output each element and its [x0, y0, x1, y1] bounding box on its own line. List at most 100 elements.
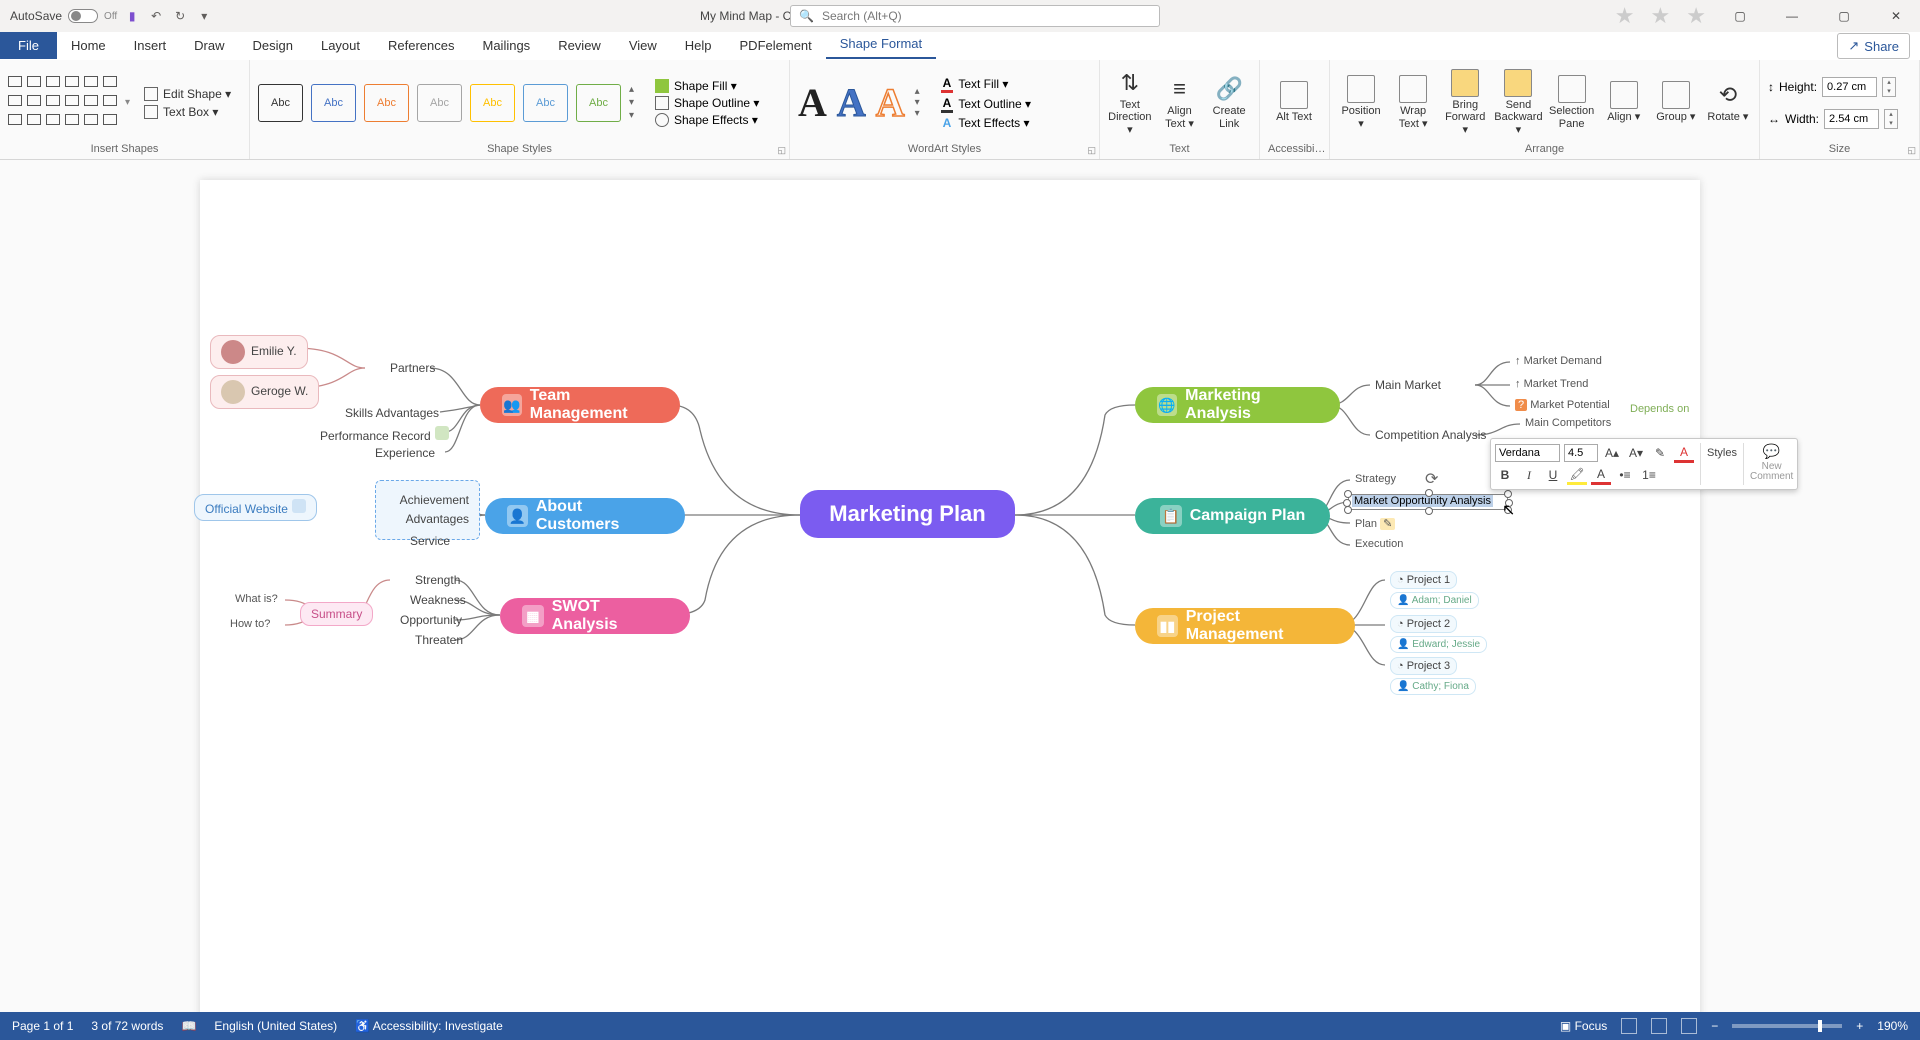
styles-button[interactable]: Styles [1707, 443, 1737, 463]
focus-button[interactable]: ▣ Focus [1560, 1019, 1607, 1033]
dialog-launcher-icon[interactable]: ◱ [777, 145, 786, 156]
leaf-project-1[interactable]: ◔ Project 1 [1390, 572, 1457, 586]
rotate-handle-icon[interactable]: ⟳ [1425, 469, 1438, 489]
read-mode-icon[interactable] [1621, 1018, 1637, 1034]
ribbon-display-icon[interactable]: ▢ [1722, 4, 1758, 28]
gallery-more-icon[interactable]: ▴▾▾ [915, 86, 931, 119]
leaf-emilie[interactable]: Emilie Y. [210, 335, 308, 369]
leaf-project-1-people[interactable]: 👤 Adam; Daniel [1390, 592, 1479, 606]
autosave-toggle[interactable] [68, 9, 98, 23]
status-accessibility[interactable]: ♿ Accessibility: Investigate [355, 1019, 503, 1033]
leaf-strength[interactable]: Strength [415, 573, 460, 587]
leaf-summary[interactable]: Summary [300, 602, 373, 626]
style-swatch[interactable]: Abc [258, 84, 303, 122]
status-words[interactable]: 3 of 72 words [91, 1019, 163, 1033]
new-comment-button[interactable]: New Comment [1750, 462, 1793, 482]
align-text-button[interactable]: ≡Align Text ▾ [1158, 75, 1202, 129]
search-box[interactable]: 🔍 Search (Alt+Q) [790, 5, 1160, 27]
new-comment-icon[interactable]: 💬 [1763, 443, 1780, 460]
undo-icon[interactable]: ↶ [147, 7, 165, 25]
mini-size-input[interactable] [1564, 444, 1598, 462]
leaf-george[interactable]: Geroge W. [210, 375, 319, 409]
node-about-customers[interactable]: 👤About Customers [485, 498, 685, 534]
text-direction-button[interactable]: ⇅Text Direction ▾ [1108, 69, 1152, 135]
leaf-partners[interactable]: Partners [390, 361, 435, 375]
tab-design[interactable]: Design [239, 32, 307, 59]
shrink-font-icon[interactable]: A▾ [1626, 443, 1646, 463]
gallery-more-icon[interactable]: ▾ [125, 97, 130, 108]
text-outline-button[interactable]: AText Outline ▾ [941, 96, 1031, 113]
leaf-main-competitors[interactable]: Main Competitors [1525, 417, 1611, 429]
qat-more-icon[interactable]: ▾ [195, 7, 213, 25]
bring-forward-button[interactable]: Bring Forward ▾ [1442, 69, 1488, 135]
mini-font-input[interactable] [1495, 444, 1560, 462]
mini-toolbar[interactable]: A▴ A▾ ✎ A B I U 🖍 A •≡ 1≡ Styles [1490, 438, 1798, 490]
tab-references[interactable]: References [374, 32, 468, 59]
leaf-service[interactable]: Service [410, 534, 450, 548]
tab-file[interactable]: File [0, 32, 57, 59]
tab-insert[interactable]: Insert [120, 32, 181, 59]
send-backward-button[interactable]: Send Backward ▾ [1494, 69, 1542, 135]
close-icon[interactable]: ✕ [1878, 4, 1914, 28]
leaf-weakness[interactable]: Weakness [410, 593, 466, 607]
web-layout-icon[interactable] [1681, 1018, 1697, 1034]
wordart-swatch[interactable]: A [837, 79, 866, 126]
leaf-market-potential[interactable]: ? Market Potential [1515, 399, 1610, 411]
shape-effects-button[interactable]: Shape Effects ▾ [655, 113, 759, 127]
leaf-moa[interactable]: Market Opportunity Analysis [1352, 495, 1493, 507]
style-swatch[interactable]: Abc [523, 84, 568, 122]
print-layout-icon[interactable] [1651, 1018, 1667, 1034]
status-page[interactable]: Page 1 of 1 [12, 1019, 73, 1033]
leaf-experience[interactable]: Experience [375, 446, 435, 460]
share-button[interactable]: ↗ Share [1837, 33, 1910, 59]
text-fill-button[interactable]: AText Fill ▾ [941, 76, 1031, 93]
tab-home[interactable]: Home [57, 32, 120, 59]
leaf-execution[interactable]: Execution [1355, 538, 1403, 550]
leaf-project-2-people[interactable]: 👤 Edward; Jessie [1390, 636, 1487, 650]
position-button[interactable]: Position ▾ [1338, 75, 1384, 129]
tab-view[interactable]: View [615, 32, 671, 59]
tab-mailings[interactable]: Mailings [469, 32, 545, 59]
grow-font-icon[interactable]: A▴ [1602, 443, 1622, 463]
zoom-in-button[interactable]: + [1856, 1019, 1863, 1033]
node-marketing-analysis[interactable]: 🌐Marketing Analysis [1135, 387, 1340, 423]
highlight-icon[interactable]: 🖍 [1567, 465, 1587, 485]
node-campaign-plan[interactable]: 📋Campaign Plan [1135, 498, 1330, 534]
wrap-text-button[interactable]: Wrap Text ▾ [1390, 75, 1436, 129]
edit-shape-button[interactable]: Edit Shape ▾ [144, 87, 231, 101]
node-swot-analysis[interactable]: ▦SWOT Analysis [500, 598, 690, 634]
style-swatch[interactable]: Abc [311, 84, 356, 122]
zoom-level[interactable]: 190% [1877, 1019, 1908, 1033]
text-effects-button[interactable]: AText Effects ▾ [941, 116, 1031, 130]
width-spinner[interactable]: ▴▾ [1884, 109, 1898, 129]
leaf-main-market[interactable]: Main Market [1375, 378, 1441, 392]
text-box-button[interactable]: Text Box ▾ [144, 105, 231, 119]
leaf-cust-group[interactable]: Achievement Advantages [375, 480, 480, 540]
tab-shape-format[interactable]: Shape Format [826, 30, 936, 59]
height-input[interactable] [1822, 77, 1877, 97]
wordart-swatch[interactable]: A [798, 79, 827, 126]
node-team-management[interactable]: 👥Team Management [480, 387, 680, 423]
save-icon[interactable]: ▮ [123, 7, 141, 25]
leaf-strategy[interactable]: Strategy [1355, 473, 1396, 485]
font-color2-icon[interactable]: A [1591, 465, 1611, 485]
page[interactable]: Marketing Plan 👥Team Management 👤About C… [200, 180, 1700, 1012]
height-spinner[interactable]: ▴▾ [1882, 77, 1896, 97]
redo-icon[interactable]: ↻ [171, 7, 189, 25]
leaf-performance[interactable]: Performance Record [320, 426, 449, 443]
leaf-official-website[interactable]: Official Website [194, 494, 317, 521]
leaf-depends-on[interactable]: Depends on [1630, 403, 1689, 415]
status-language[interactable]: English (United States) [214, 1019, 337, 1033]
leaf-threaten[interactable]: Threaten [415, 633, 463, 647]
spellcheck-icon[interactable]: 📖 [181, 1019, 196, 1033]
rotate-button[interactable]: ⟲Rotate ▾ [1705, 81, 1751, 123]
gallery-more-icon[interactable]: ▴▾▾ [629, 84, 645, 122]
shape-style-gallery[interactable]: Abc Abc Abc Abc Abc Abc Abc ▴▾▾ [258, 84, 645, 122]
tab-draw[interactable]: Draw [180, 32, 238, 59]
shape-outline-button[interactable]: Shape Outline ▾ [655, 96, 759, 110]
node-project-management[interactable]: ▮▮Project Management [1135, 608, 1355, 644]
numbering-icon[interactable]: 1≡ [1639, 465, 1659, 485]
italic-button[interactable]: I [1519, 465, 1539, 485]
width-input[interactable] [1824, 109, 1879, 129]
document-canvas[interactable]: Marketing Plan 👥Team Management 👤About C… [0, 160, 1920, 1012]
